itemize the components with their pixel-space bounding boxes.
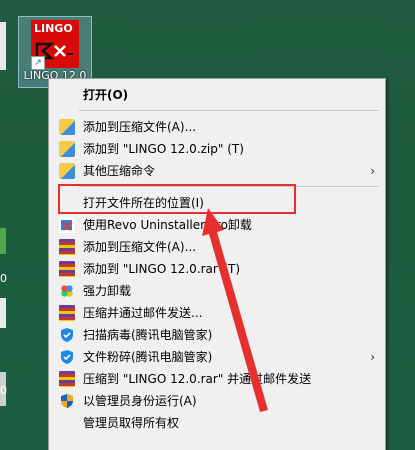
zip-archive-icon xyxy=(59,163,75,179)
lingo-logo-text: LINGO xyxy=(34,22,73,35)
menu-item-label: 强力卸载 xyxy=(83,284,132,298)
partial-desktop-icon[interactable] xyxy=(0,228,6,254)
revo-uninstaller-icon xyxy=(59,217,75,233)
submenu-chevron-icon: › xyxy=(370,350,375,364)
partial-desktop-icon[interactable] xyxy=(0,22,6,70)
winrar-icon xyxy=(59,371,75,387)
menu-item-label: 添加到压缩文件(A)... xyxy=(83,240,197,254)
winrar-icon xyxy=(59,239,75,255)
menu-item-add-to-lingo-zip[interactable]: 添加到 "LINGO 12.0.zip" (T) xyxy=(49,138,385,160)
shield-icon xyxy=(61,328,73,342)
menu-item-label: 添加到压缩文件(A)... xyxy=(83,120,197,134)
menu-item-label: 添加到 "LINGO 12.0.zip" (T) xyxy=(83,142,244,156)
partial-icon-label: 0 xyxy=(0,384,7,397)
zip-archive-icon xyxy=(59,119,75,135)
annotation-arrow-icon xyxy=(202,208,268,412)
partial-desktop-icon[interactable] xyxy=(0,298,6,328)
flower-icon xyxy=(59,283,75,299)
shortcut-arrow-icon: ↗ xyxy=(31,56,45,70)
menu-item-label: 压缩并通过邮件发送... xyxy=(83,306,203,320)
partial-icon-label: 0 xyxy=(0,272,7,285)
submenu-chevron-icon: › xyxy=(370,164,375,178)
zip-archive-icon xyxy=(59,141,75,157)
menu-item-label: 其他压缩命令 xyxy=(83,164,156,178)
winrar-icon xyxy=(59,261,75,277)
winrar-icon xyxy=(59,305,75,321)
menu-item-label: 管理员取得所有权 xyxy=(83,416,180,430)
menu-separator xyxy=(79,110,379,111)
menu-item-open[interactable]: 打开(O) xyxy=(49,84,385,106)
menu-item-other-compress-commands[interactable]: 其他压缩命令 › xyxy=(49,160,385,182)
shield-icon xyxy=(61,350,73,364)
menu-item-label: 以管理员身份运行(A) xyxy=(83,394,197,408)
menu-item-add-to-archive-zip[interactable]: 添加到压缩文件(A)... xyxy=(49,116,385,138)
uac-shield-icon xyxy=(61,394,73,408)
menu-item-label: 打开(O) xyxy=(83,88,129,102)
